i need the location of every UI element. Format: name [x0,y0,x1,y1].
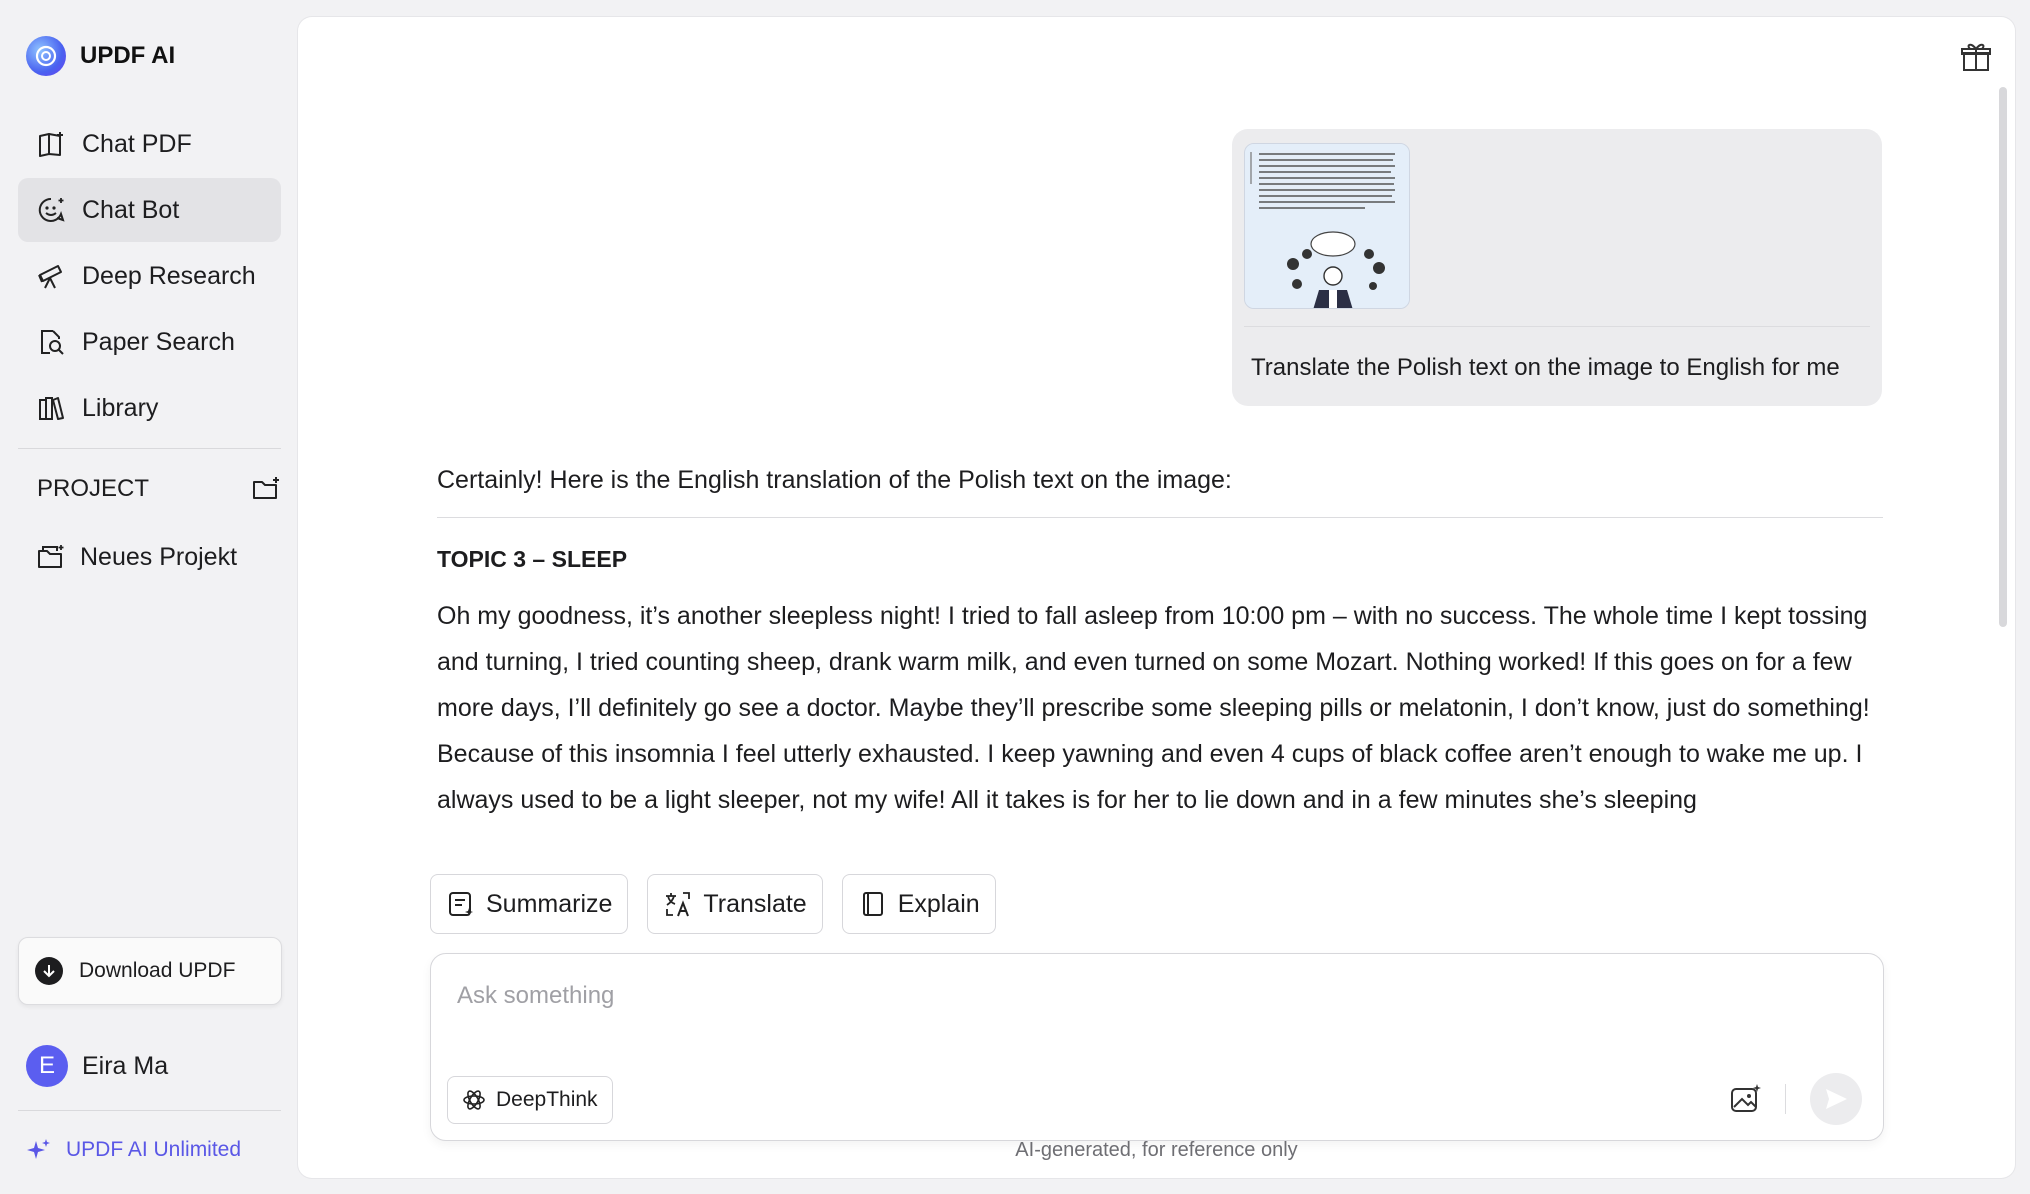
app-name: UPDF AI [80,42,176,69]
project-item-label: Neues Projekt [80,542,238,571]
project-header-label: PROJECT [37,475,150,502]
avatar: E [26,1045,68,1087]
answer-heading: TOPIC 3 – SLEEP [437,546,628,572]
user-message-bubble: Translate the Polish text on the image t… [1232,129,1882,406]
ai-disclaimer: AI-generated, for reference only [1015,1139,1298,1161]
summarize-label: Summarize [486,889,613,918]
composer-separator [1785,1084,1786,1114]
project-header: PROJECT [37,474,281,504]
chat-bot-icon [38,197,65,222]
attached-image-thumbnail[interactable] [1244,143,1410,309]
quick-actions: Summarize Translate Explain [430,874,996,934]
sidebar-item-label: Paper Search [82,327,235,356]
download-updf-button[interactable]: Download UPDF [18,937,282,1005]
brand[interactable]: UPDF AI [26,36,175,76]
assistant-answer: Certainly! Here is the English translati… [437,466,1883,823]
summarize-button[interactable]: Summarize [430,874,629,934]
download-label: Download UPDF [79,959,236,982]
bubble-separator [1244,326,1870,327]
sidebar-item-label: Library [82,393,159,422]
sidebar-divider-bottom [18,1110,281,1111]
upgrade-plan-link[interactable]: UPDF AI Unlimited [26,1137,241,1163]
translate-button[interactable]: Translate [647,874,823,934]
sidebar-nav: Chat PDF Chat Bot Deep Research Paper Se… [18,112,281,442]
sidebar-item-label: Chat PDF [82,129,192,158]
explain-label: Explain [897,889,980,918]
image-upload-icon[interactable] [1729,1082,1763,1116]
sidebar-item-library[interactable]: Library [18,376,281,440]
ask-input[interactable] [457,976,1457,1016]
user-profile[interactable]: E Eira Ma [26,1045,168,1087]
user-message-text: Translate the Polish text on the image t… [1251,354,1840,381]
send-button[interactable] [1810,1073,1862,1125]
translate-icon [666,892,691,917]
message-composer: DeepThink [430,953,1884,1141]
sidebar-item-chat-bot[interactable]: Chat Bot [18,178,281,242]
download-icon [35,957,63,985]
project-item-neues-projekt[interactable]: Neues Projekt [18,525,281,589]
sparkle-icon [27,1139,50,1159]
book-icon [862,892,883,916]
send-icon [1826,1089,1847,1109]
sidebar-item-deep-research[interactable]: Deep Research [18,244,281,308]
sidebar-item-chat-pdf[interactable]: Chat PDF [18,112,281,176]
atom-icon [463,1090,485,1110]
deepthink-label: DeepThink [496,1088,598,1111]
updf-ai-logo-icon [26,36,66,76]
deepthink-toggle[interactable]: DeepThink [447,1076,613,1124]
telescope-icon [38,265,62,289]
folder-icon [38,545,64,568]
sidebar-item-paper-search[interactable]: Paper Search [18,310,281,374]
sidebar-item-label: Chat Bot [82,195,180,224]
sidebar-item-label: Deep Research [82,261,256,290]
sidebar-divider [18,448,281,449]
translate-label: Translate [703,889,807,918]
user-name: Eira Ma [82,1051,169,1080]
chat-pdf-icon [39,132,63,157]
library-icon [39,397,64,420]
paper-search-icon [41,330,64,355]
chat-panel: Translate the Polish text on the image t… [298,17,2015,1178]
new-folder-icon[interactable] [251,474,281,504]
scrollbar-thumb[interactable] [1999,87,2007,627]
plan-label: UPDF AI Unlimited [66,1138,242,1161]
gift-icon[interactable] [1959,40,1993,74]
explain-button[interactable]: Explain [841,874,996,934]
sidebar: UPDF AI Chat PDF Chat Bot Deep Research … [0,0,298,1194]
answer-intro: Certainly! Here is the English translati… [437,466,1232,494]
answer-body: Oh my goodness, it’s another sleepless n… [437,602,1870,814]
answer-divider [437,517,1883,518]
summarize-icon [449,892,473,916]
